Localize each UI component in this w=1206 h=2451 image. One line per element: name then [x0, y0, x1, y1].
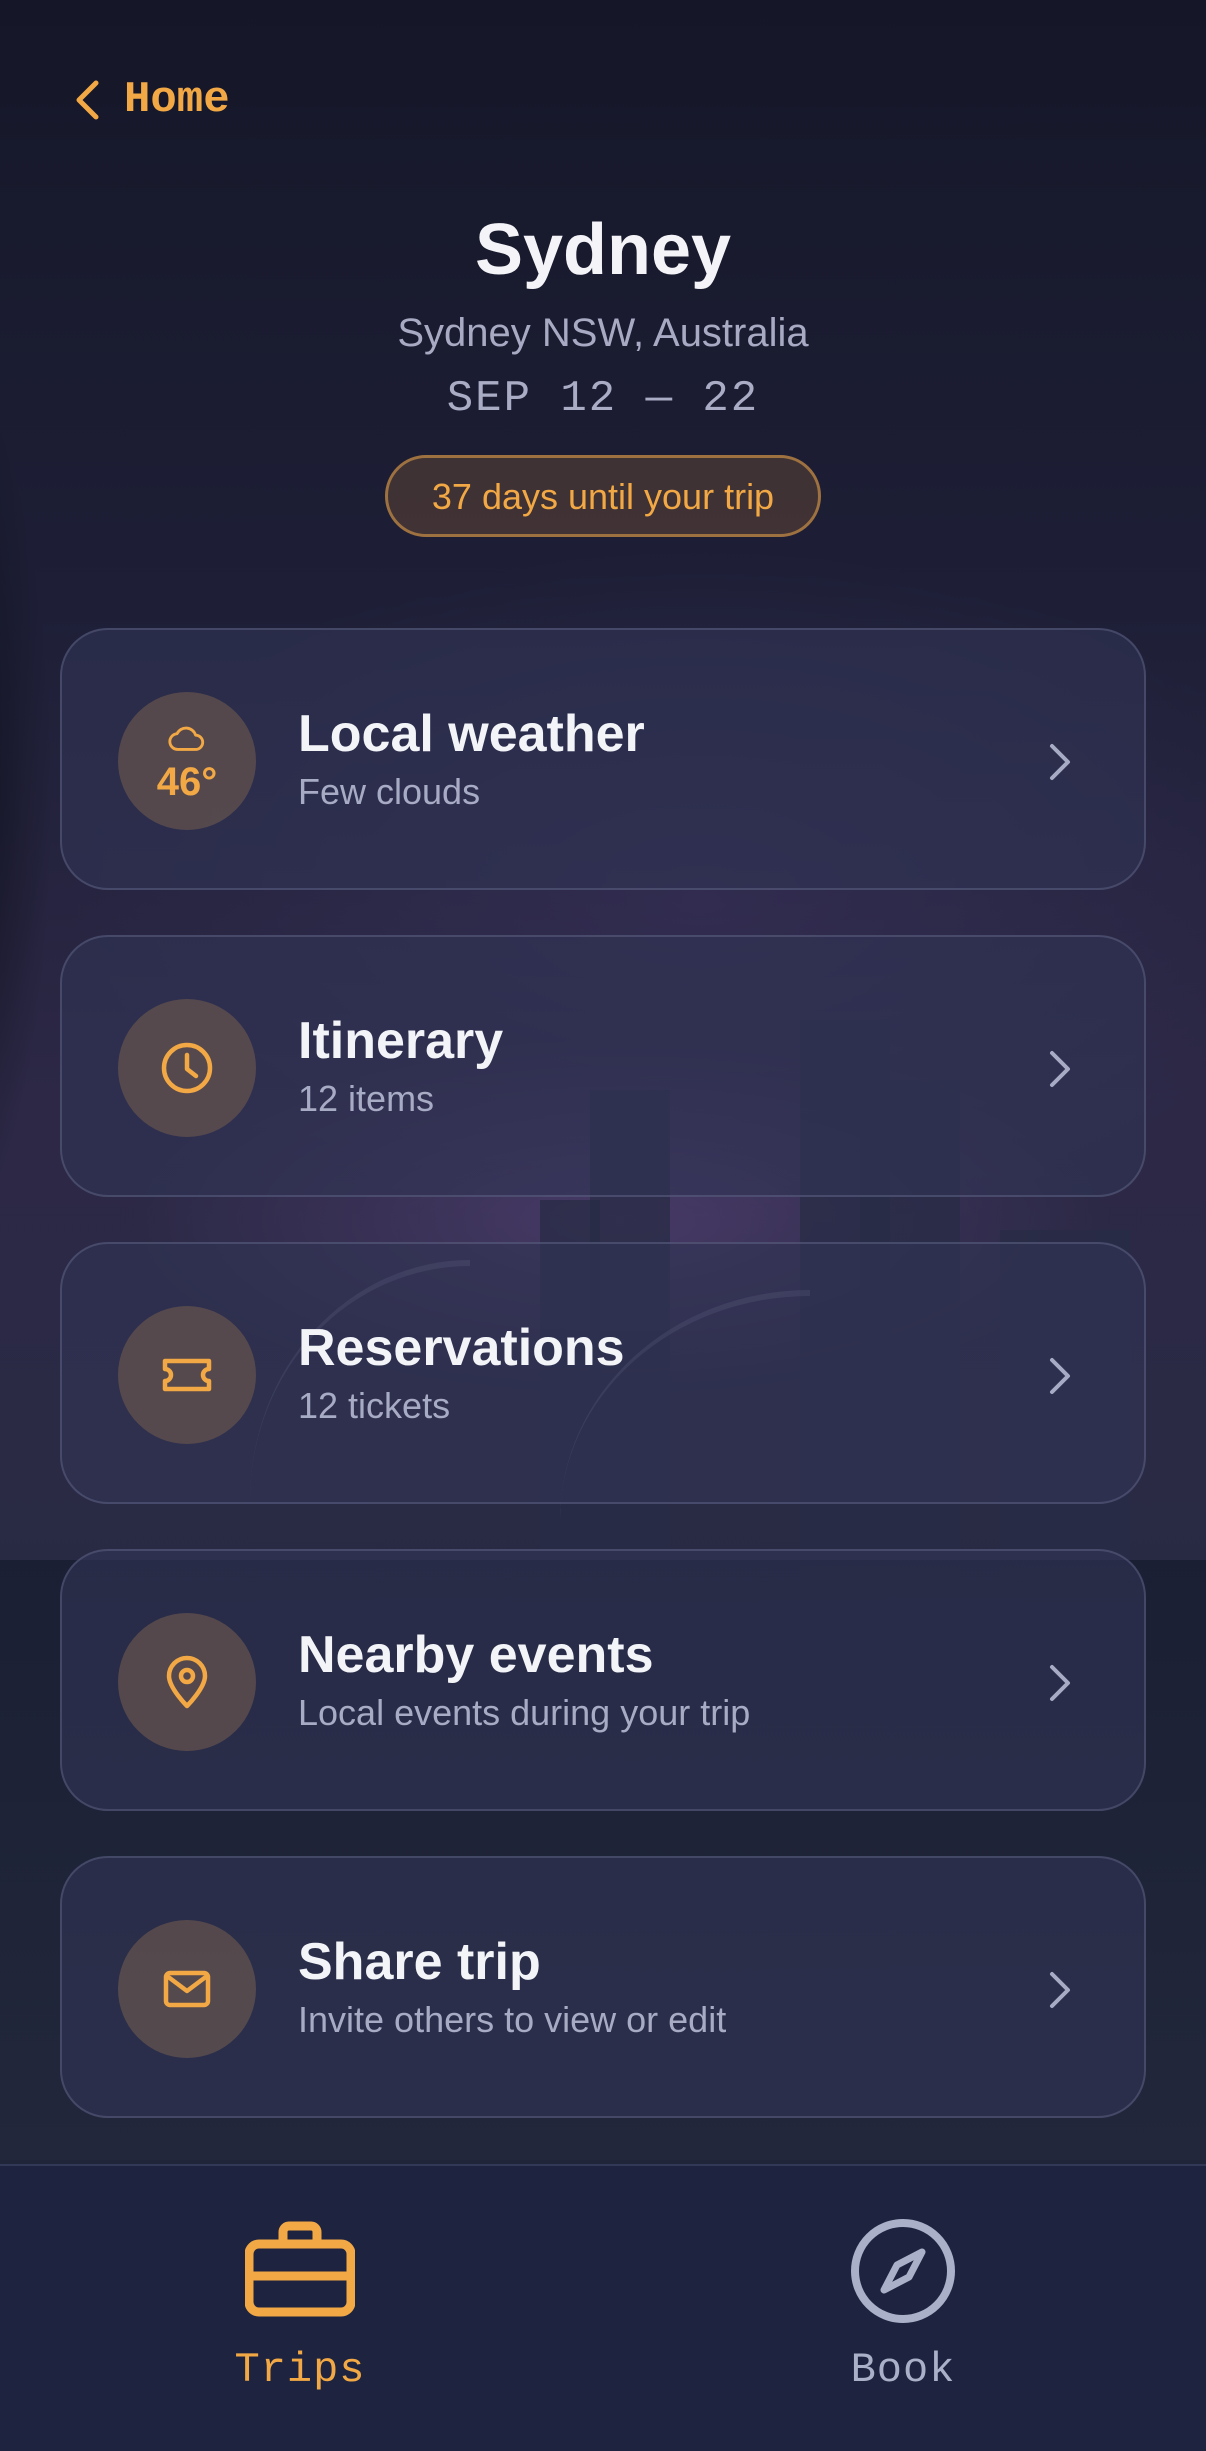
card-subtitle: Local events during your trip	[298, 1692, 751, 1733]
reservations-card[interactable]: Reservations 12 tickets	[60, 1242, 1146, 1504]
tab-book[interactable]: Book	[773, 2216, 1033, 2394]
itinerary-icon-circle	[118, 999, 256, 1137]
back-label: Home	[124, 75, 230, 125]
back-button[interactable]: Home	[70, 72, 230, 128]
share-icon-circle	[118, 1920, 256, 2058]
card-title: Itinerary	[298, 1012, 504, 1070]
tab-label: Trips	[234, 2346, 366, 2394]
card-title: Local weather	[298, 705, 645, 763]
card-title: Share trip	[298, 1933, 541, 1991]
itinerary-card[interactable]: Itinerary 12 items	[60, 935, 1146, 1197]
tab-bar: Trips Book	[0, 2164, 1206, 2451]
tab-label: Book	[850, 2346, 956, 2394]
trip-location: Sydney NSW, Australia	[397, 311, 809, 355]
location-pin-icon	[166, 1655, 208, 1709]
share-trip-card[interactable]: Share trip Invite others to view or edit	[60, 1856, 1146, 2118]
weather-icon-circle: 46°	[118, 692, 256, 830]
card-subtitle: Invite others to view or edit	[298, 1999, 727, 2040]
briefcase-icon	[245, 2221, 355, 2317]
tab-trips[interactable]: Trips	[170, 2216, 430, 2394]
nearby-events-card[interactable]: Nearby events Local events during your t…	[60, 1549, 1146, 1811]
temperature: 46°	[156, 760, 218, 804]
chevron-right-icon	[1050, 1358, 1070, 1394]
events-icon-circle	[118, 1613, 256, 1751]
card-title: Reservations	[298, 1319, 625, 1377]
cloud-icon	[168, 726, 205, 751]
trip-header: Sydney Sydney NSW, Australia SEP 12 — 22…	[0, 205, 1206, 537]
page-title: Sydney	[474, 210, 732, 290]
weather-card[interactable]: 46° Local weather Few clouds	[60, 628, 1146, 890]
trip-sections: 46° Local weather Few clouds Itinerary 1…	[60, 628, 1146, 2163]
compass-icon	[851, 2219, 955, 2323]
reservations-icon-circle	[118, 1306, 256, 1444]
chevron-right-icon	[1050, 1665, 1070, 1701]
card-subtitle: Few clouds	[298, 771, 481, 812]
trip-dates: SEP 12 — 22	[446, 374, 760, 424]
card-subtitle: 12 tickets	[298, 1385, 451, 1426]
chevron-right-icon	[1050, 1972, 1070, 2008]
clock-icon	[161, 1042, 213, 1094]
chevron-left-icon	[76, 80, 99, 120]
envelope-icon	[163, 1970, 211, 2008]
card-subtitle: 12 items	[298, 1078, 435, 1119]
chevron-right-icon	[1050, 744, 1070, 780]
card-title: Nearby events	[298, 1626, 654, 1684]
ticket-icon	[162, 1358, 212, 1392]
countdown-badge: 37 days until your trip	[384, 455, 822, 537]
chevron-right-icon	[1050, 1051, 1070, 1087]
